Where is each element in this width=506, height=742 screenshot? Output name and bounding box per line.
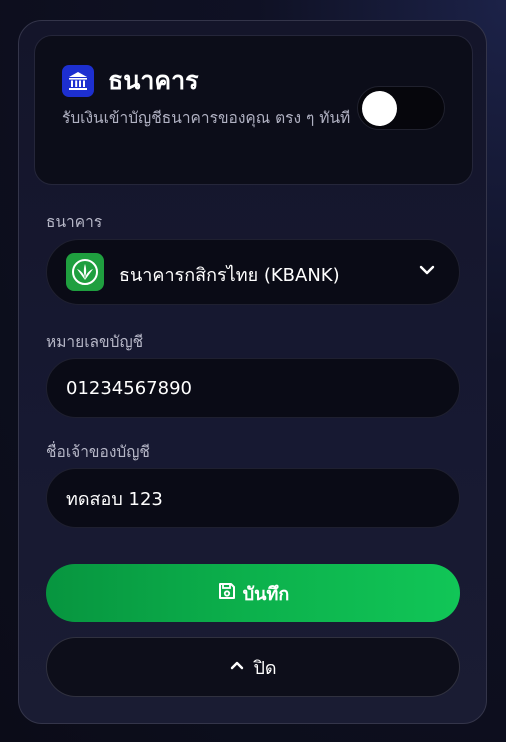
save-icon — [217, 581, 237, 606]
account-name-label: ชื่อเจ้าของบัญชี — [46, 443, 150, 461]
kbank-logo-icon — [66, 253, 104, 291]
bank-settings-panel: ธนาคาร รับเงินเข้าบัญชีธนาคารของคุณ ตรง … — [18, 20, 487, 724]
bank-section-description: รับเงินเข้าบัญชีธนาคารของคุณ ตรง ๆ ทันที — [62, 109, 351, 127]
chevron-up-icon — [229, 657, 245, 678]
account-number-input[interactable]: 01234567890 — [46, 358, 460, 418]
bank-icon — [62, 65, 94, 97]
bank-section-title: ธนาคาร — [108, 66, 199, 95]
account-name-value: ทดสอบ 123 — [66, 488, 163, 510]
account-number-value: 01234567890 — [66, 377, 192, 399]
bank-select-label: ธนาคาร — [46, 213, 103, 231]
save-button[interactable]: บันทึก — [46, 564, 460, 622]
bank-select-value: ธนาคารกสิกรไทย (KBANK) — [119, 265, 340, 286]
toggle-knob — [362, 91, 397, 126]
account-number-label: หมายเลขบัญชี — [46, 333, 144, 351]
chevron-down-icon — [417, 260, 437, 284]
save-button-label: บันทึก — [242, 583, 290, 605]
close-button[interactable]: ปิด — [46, 637, 460, 697]
account-name-input[interactable]: ทดสอบ 123 — [46, 468, 460, 528]
bank-enable-toggle[interactable] — [357, 86, 445, 130]
bank-select[interactable]: ธนาคารกสิกรไทย (KBANK) — [46, 239, 460, 305]
bank-header-card: ธนาคาร รับเงินเข้าบัญชีธนาคารของคุณ ตรง … — [34, 35, 473, 185]
close-button-label: ปิด — [253, 657, 277, 679]
